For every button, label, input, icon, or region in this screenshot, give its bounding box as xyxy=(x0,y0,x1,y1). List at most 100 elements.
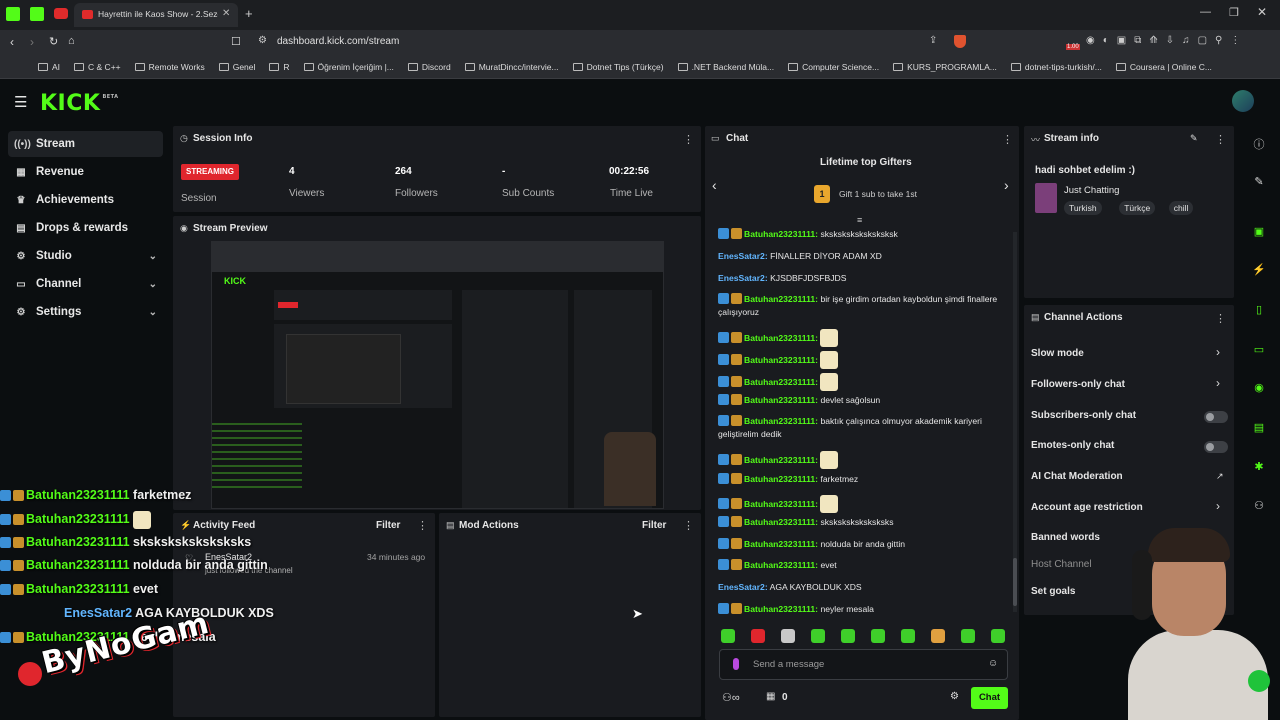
kick-logo[interactable]: KICK BETA xyxy=(40,91,119,116)
share-rail-icon[interactable]: ⚇ xyxy=(1250,499,1268,517)
emote-picker-icon[interactable] xyxy=(901,629,915,643)
external-link-icon[interactable]: ↗ xyxy=(1216,471,1224,482)
toggle-switch[interactable] xyxy=(1204,411,1228,423)
edit-pencil-icon[interactable]: ✎ xyxy=(1190,133,1198,144)
chat-username[interactable]: EnesSatar2: xyxy=(718,273,768,283)
mic-icon[interactable] xyxy=(733,658,739,670)
chat-username[interactable]: Batuhan23231111: xyxy=(744,229,818,239)
gifters-next-icon[interactable]: › xyxy=(1004,177,1009,193)
pin-icon[interactable]: ≡ xyxy=(857,215,862,225)
chevron-down-icon[interactable]: ⌄ xyxy=(149,307,157,318)
extensions-icons[interactable]: ◉◐▣⧉⟰⇩♫▢⚲⋮ xyxy=(1086,35,1248,46)
channel-action-account-age-restriction[interactable]: Account age restriction xyxy=(1031,502,1143,513)
crop-icon[interactable]: ▣ xyxy=(1250,225,1268,243)
session-kebab-icon[interactable]: ⋮ xyxy=(683,133,694,146)
bookmark-item[interactable]: Discord xyxy=(407,62,451,72)
stream-info-kebab-icon[interactable]: ⋮ xyxy=(1215,133,1226,146)
sidebar-item-achievements[interactable]: ♛ Achievements xyxy=(8,187,163,213)
chat-username[interactable]: Batuhan23231111: xyxy=(744,355,818,365)
mod-filter-button[interactable]: Filter xyxy=(642,520,666,531)
stream-preview-video[interactable]: KICK xyxy=(211,241,664,509)
channel-actions-kebab-icon[interactable]: ⋮ xyxy=(1215,312,1226,325)
tab-close-icon[interactable]: ✕ xyxy=(222,8,230,19)
channel-action-host-channel[interactable]: Host Channel xyxy=(1031,559,1092,570)
chevron-right-icon[interactable]: › xyxy=(1216,345,1220,359)
bookmark-item[interactable]: Coursera | Online C... xyxy=(1115,62,1212,72)
tag-chip[interactable]: Türkçe xyxy=(1119,201,1156,215)
chat-scrollbar[interactable] xyxy=(1013,232,1017,612)
bolt-icon[interactable]: ⚡ xyxy=(1250,263,1268,281)
chat-kebab-icon[interactable]: ⋮ xyxy=(1002,133,1013,146)
kick-app-icon-2[interactable] xyxy=(30,7,44,21)
share-icon[interactable]: ⇪ xyxy=(929,35,937,46)
site-info-icon[interactable]: ⚙ xyxy=(258,35,267,46)
gifters-prev-icon[interactable]: ‹ xyxy=(712,177,717,193)
points-icon[interactable]: ▦ xyxy=(766,691,775,702)
emote-picker-icon[interactable] xyxy=(991,629,1005,643)
bookmark-item[interactable]: C & C++ xyxy=(74,62,121,72)
chat-username[interactable]: Batuhan23231111: xyxy=(744,499,818,509)
emote-picker-icon[interactable] xyxy=(961,629,975,643)
channel-action-ai-chat-moderation[interactable]: AI Chat Moderation xyxy=(1031,471,1123,482)
activity-kebab-icon[interactable]: ⋮ xyxy=(417,519,428,532)
brave-shield-icon[interactable] xyxy=(954,35,966,48)
kick-app-icon[interactable] xyxy=(6,7,20,21)
chat-username[interactable]: Batuhan23231111: xyxy=(744,455,818,465)
wrench-icon[interactable]: ✱ xyxy=(1250,460,1268,478)
chevron-down-icon[interactable]: ⌄ xyxy=(149,279,157,290)
chat-username[interactable]: Batuhan23231111: xyxy=(744,294,818,304)
user-avatar[interactable] xyxy=(1232,90,1254,112)
maximize-icon[interactable]: ❐ xyxy=(1229,6,1239,19)
chat-settings-icon[interactable]: ⚙ xyxy=(950,691,959,702)
active-tab[interactable]: Hayrettin ile Kaos Show - 2.Sezon 4.B ✕ xyxy=(74,3,238,27)
info-icon[interactable]: ⓘ xyxy=(1250,136,1268,154)
chat-username[interactable]: Batuhan23231111: xyxy=(744,377,818,387)
chat-username[interactable]: Batuhan23231111: xyxy=(744,560,818,570)
chat-username[interactable]: Batuhan23231111: xyxy=(744,474,818,484)
emote-picker-icon[interactable] xyxy=(781,629,795,643)
minimize-icon[interactable]: — xyxy=(1200,6,1211,18)
chat-username[interactable]: Batuhan23231111: xyxy=(744,539,818,549)
emote-picker-icon[interactable] xyxy=(931,629,945,643)
chat-username[interactable]: Batuhan23231111: xyxy=(744,517,818,527)
activity-filter-button[interactable]: Filter xyxy=(376,520,400,531)
emoji-icon[interactable]: ☺ xyxy=(988,658,998,669)
extension-badge[interactable]: 1.00 xyxy=(1066,44,1080,50)
chat-input[interactable]: Send a message ☺ xyxy=(719,649,1008,680)
emote-picker-icon[interactable] xyxy=(811,629,825,643)
chat-username[interactable]: EnesSatar2: xyxy=(718,251,768,261)
bookmark-page-icon[interactable]: ☐ xyxy=(231,35,241,48)
close-window-icon[interactable]: ✕ xyxy=(1257,5,1267,19)
emote-picker-icon[interactable] xyxy=(721,629,735,643)
bookmark-item[interactable]: Genel xyxy=(218,62,255,72)
category-name[interactable]: Just Chatting xyxy=(1064,185,1119,196)
hamburger-menu-icon[interactable]: ☰ xyxy=(14,93,27,111)
users-icon[interactable]: ⚇∞ xyxy=(722,691,740,704)
channel-action-banned-words[interactable]: Banned words xyxy=(1031,532,1100,543)
chat-username[interactable]: Batuhan23231111: xyxy=(744,333,818,343)
bookmark-item[interactable]: Öğrenim İçeriğim |... xyxy=(303,62,394,72)
sidebar-item-revenue[interactable]: ▦ Revenue xyxy=(8,159,163,185)
broadcast-icon[interactable]: ◉ xyxy=(1250,381,1268,399)
bookmark-item[interactable]: Dotnet Tips (Türkçe) xyxy=(572,62,664,72)
chat-username[interactable]: Batuhan23231111: xyxy=(744,416,818,426)
bookmark-item[interactable]: R xyxy=(269,62,290,72)
sidebar-item-drops-rewards[interactable]: ▤ Drops & rewards xyxy=(8,215,163,241)
chat-send-button[interactable]: Chat xyxy=(971,687,1008,709)
forward-icon[interactable]: › xyxy=(30,35,34,49)
bookmark-item[interactable]: Remote Works xyxy=(134,62,205,72)
emote-picker-icon[interactable] xyxy=(841,629,855,643)
sidebar-item-channel[interactable]: ▭ Channel ⌄ xyxy=(8,271,163,297)
home-icon[interactable]: ⌂ xyxy=(68,35,75,47)
sidebar-item-studio[interactable]: ⚙ Studio ⌄ xyxy=(8,243,163,269)
mod-kebab-icon[interactable]: ⋮ xyxy=(683,519,694,532)
bookmark-item[interactable]: dotnet-tips-turkish/... xyxy=(1010,62,1102,72)
tag-chip[interactable]: chill xyxy=(1168,201,1194,215)
bookmark-item[interactable]: Computer Science... xyxy=(788,62,879,72)
chevron-down-icon[interactable]: ⌄ xyxy=(149,251,157,262)
emote-picker-icon[interactable] xyxy=(751,629,765,643)
chat-username[interactable]: EnesSatar2: xyxy=(718,582,768,592)
channel-action-slow-mode[interactable]: Slow mode xyxy=(1031,348,1084,359)
channel-action-set-goals[interactable]: Set goals xyxy=(1031,586,1075,597)
tag-chip[interactable]: Turkish xyxy=(1064,201,1102,215)
